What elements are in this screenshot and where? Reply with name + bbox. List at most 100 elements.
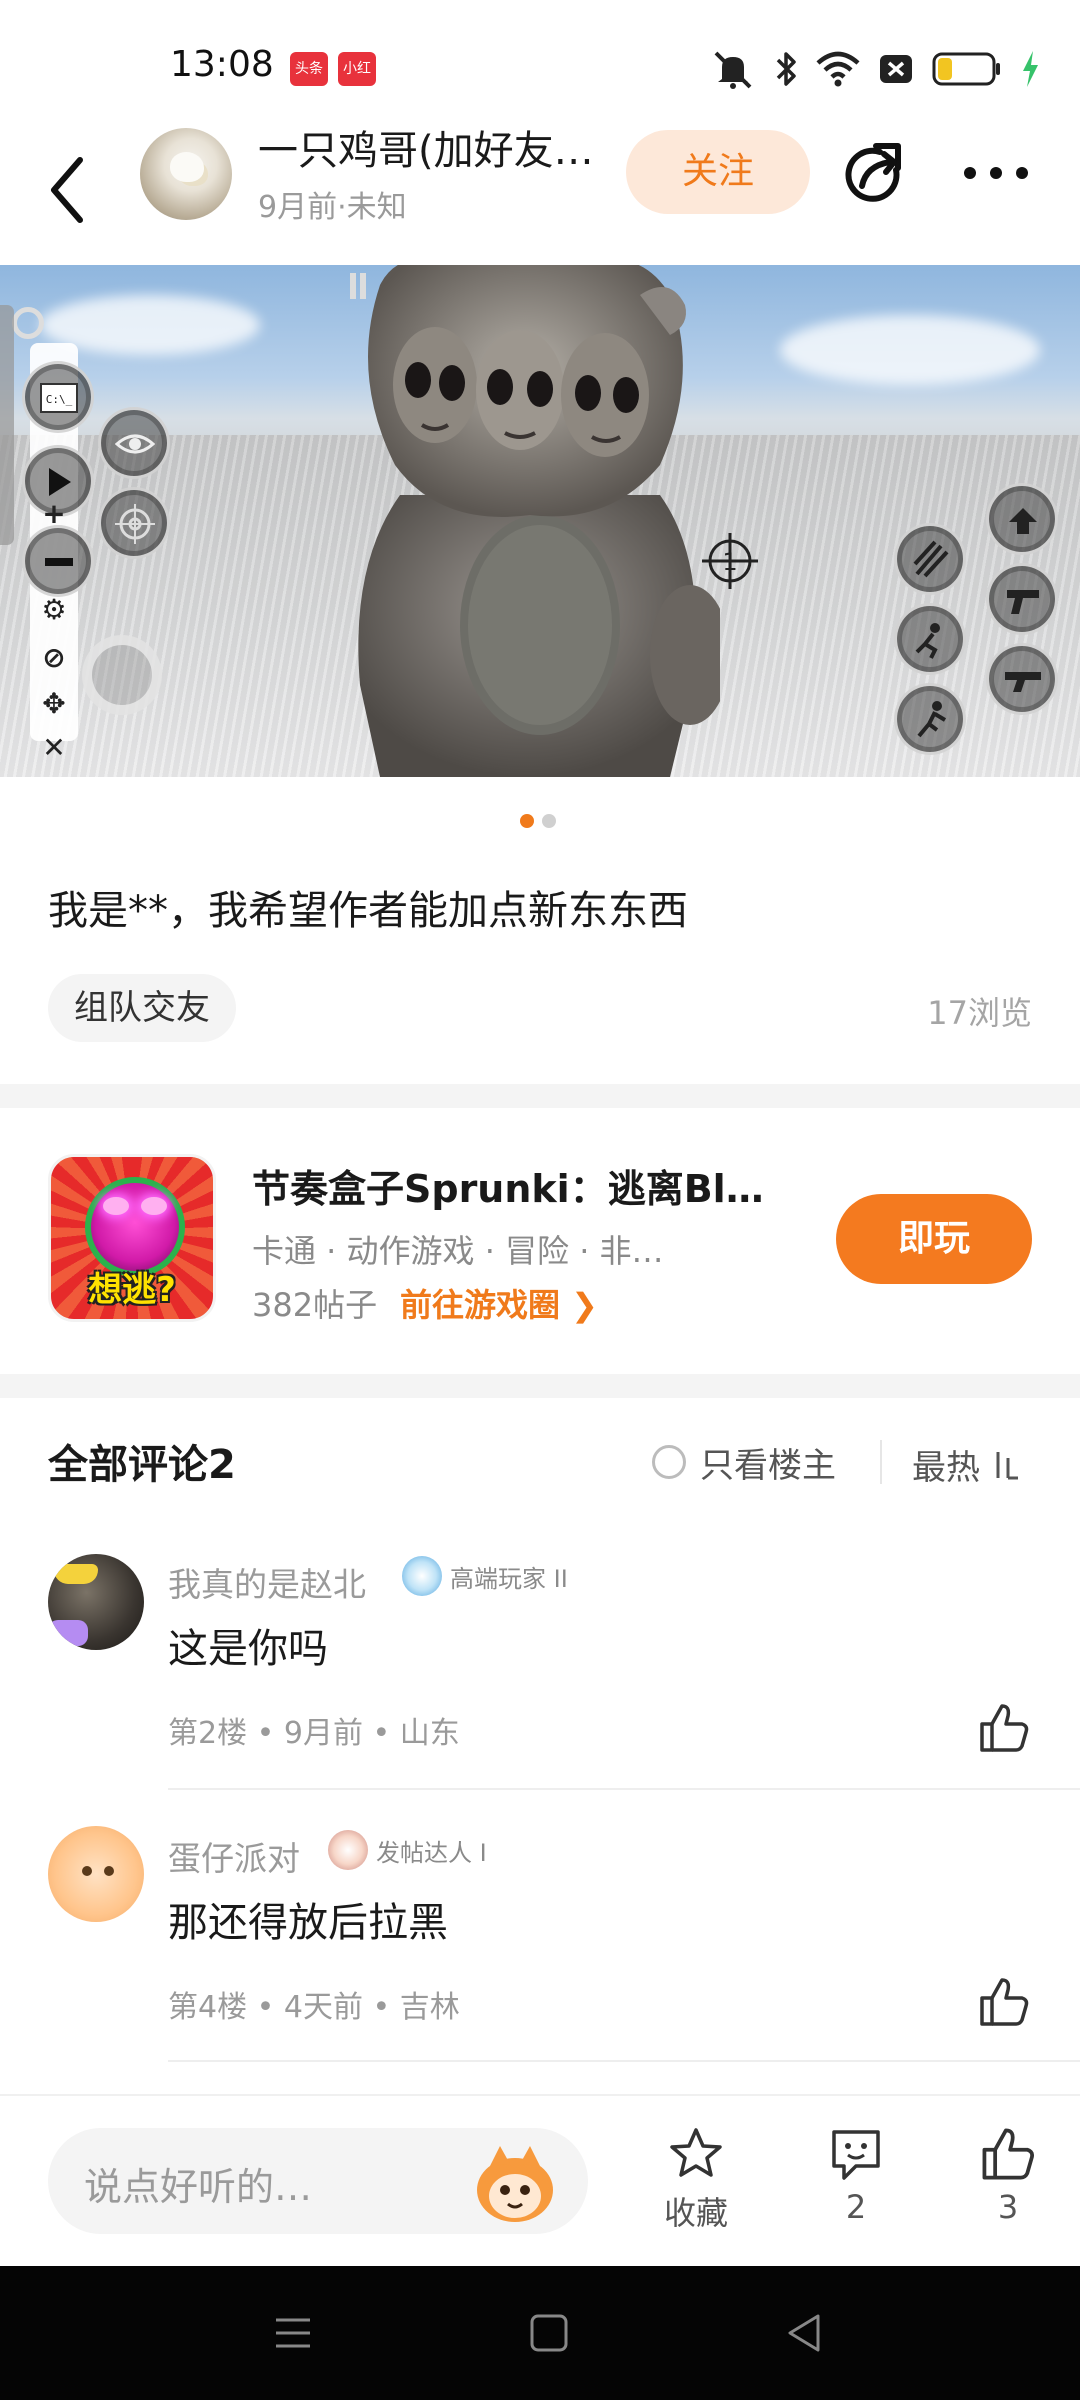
console-glyph: C:\_: [46, 393, 73, 406]
comment-text: 那还得放后拉黑: [168, 1900, 448, 1946]
home-nav-icon[interactable]: [524, 2308, 574, 2358]
eye-button[interactable]: [98, 407, 170, 479]
avatar-eye: [82, 1866, 92, 1876]
comment-meta: 第4楼 • 4天前 • 吉林: [168, 1990, 460, 2025]
badge-label: 高端玩家 II: [450, 1564, 568, 1593]
close-icon[interactable]: ✕: [30, 731, 78, 764]
carousel-dot-active[interactable]: [520, 814, 534, 828]
toutiao-badge-icon: 头条: [290, 52, 328, 86]
section-divider: [0, 1374, 1080, 1398]
game-tags: 卡通 · 动作游戏 · 冒险 · 非…: [252, 1232, 664, 1270]
game-title[interactable]: 节奏盒子Sprunki：逃离Bl…: [252, 1158, 764, 1213]
hud-side-tab[interactable]: [0, 305, 14, 545]
system-nav-bar: [0, 2266, 1080, 2400]
only-owner-label: 只看楼主: [700, 1445, 836, 1486]
xiaohongshu-badge-icon: 小红书: [338, 52, 376, 111]
favorite-button[interactable]: 收藏: [636, 2124, 756, 2234]
status-time: 13:08: [170, 44, 274, 85]
pistol-button[interactable]: [986, 563, 1058, 635]
sort-divider: [880, 1440, 882, 1484]
joystick-icon[interactable]: [82, 635, 162, 715]
comment-username[interactable]: 蛋仔派对: [168, 1832, 300, 1880]
sort-label: 最热: [912, 1448, 980, 1488]
sim-off-icon: [880, 55, 912, 83]
post-text: 我是**，我希望作者能加点新东东西: [48, 888, 688, 934]
carousel-indicator: [520, 814, 556, 828]
thumbs-up-icon[interactable]: [976, 1700, 1032, 1756]
crosshair-icon: 1: [702, 533, 758, 589]
gun-button[interactable]: [986, 643, 1058, 715]
user-level-badge: 发帖达人 I: [328, 1830, 487, 1870]
author-avatar[interactable]: [140, 128, 232, 220]
game-icon-eye: [103, 1197, 129, 1215]
like-count: 3: [997, 2188, 1019, 2226]
game-monster-image: [350, 265, 720, 777]
jump-button[interactable]: [894, 683, 966, 755]
hud-drag-handle[interactable]: [12, 307, 44, 339]
radio-icon[interactable]: [652, 1445, 686, 1479]
game-circle-link-label: 前往游戏圈: [400, 1286, 561, 1324]
game-circle-link[interactable]: 前往游戏圈 ❯: [400, 1280, 598, 1326]
back-nav-icon[interactable]: [780, 2308, 830, 2358]
menu-nav-icon[interactable]: [268, 2308, 318, 2358]
battery-icon: [932, 52, 1000, 86]
view-count: 17浏览: [927, 994, 1032, 1032]
bluetooth-icon: [776, 52, 796, 86]
badge-icon: [328, 1830, 368, 1870]
zoom-in-icon[interactable]: +: [30, 497, 78, 530]
mute-icon: [714, 51, 752, 89]
comment-button[interactable]: 2: [796, 2124, 916, 2226]
game-post-count: 382帖子: [252, 1286, 378, 1324]
follow-button[interactable]: 关注: [626, 130, 810, 214]
zoom-out-button[interactable]: [22, 525, 94, 597]
settings-gear-icon[interactable]: ⚙: [30, 593, 78, 626]
mascot-emoji-icon[interactable]: [470, 2140, 560, 2226]
author-meta: 9月前·未知: [258, 190, 407, 225]
avatar-eye: [104, 1866, 114, 1876]
crouch-button[interactable]: [894, 603, 966, 675]
back-arrow-icon[interactable]: [44, 150, 94, 230]
claw-button[interactable]: [894, 523, 966, 595]
hide-icon[interactable]: ⊘: [30, 641, 78, 674]
user-level-badge: 高端玩家 II: [402, 1556, 568, 1596]
crosshair-label: 1: [722, 548, 737, 576]
comment-avatar[interactable]: [48, 1554, 144, 1650]
move-icon[interactable]: ✥: [30, 687, 78, 720]
favorite-label: 收藏: [663, 2194, 728, 2232]
comment-separator: [168, 2060, 1080, 2062]
game-icon-eye: [141, 1197, 167, 1215]
sunglasses-emoji-icon: [54, 1564, 98, 1584]
comment-avatar[interactable]: [48, 1826, 144, 1922]
section-divider: [0, 1084, 1080, 1108]
comment-username[interactable]: 我真的是赵北: [168, 1558, 366, 1606]
game-icon[interactable]: 想逃?: [48, 1154, 216, 1322]
chevron-right-icon: ❯: [571, 1286, 598, 1324]
share-icon[interactable]: [840, 140, 912, 212]
only-owner-toggle[interactable]: 只看楼主: [652, 1440, 836, 1486]
thumbs-up-icon: [982, 2128, 1034, 2180]
like-button[interactable]: 3: [948, 2124, 1068, 2226]
avatar-decoration: [48, 1620, 88, 1646]
wifi-icon: [816, 51, 860, 87]
comment-text: 这是你吗: [168, 1626, 328, 1672]
weapon-slot-1-button[interactable]: [986, 483, 1058, 555]
comments-title: 全部评论2: [48, 1442, 236, 1488]
thumbs-up-icon[interactable]: [976, 1974, 1032, 2030]
play-now-button[interactable]: 即玩: [836, 1194, 1032, 1284]
cloud-shape: [780, 315, 1040, 385]
sort-button[interactable]: 最热: [912, 1440, 1020, 1489]
comment-count: 2: [845, 2188, 867, 2226]
target-button[interactable]: [98, 487, 170, 559]
game-icon-caption: 想逃?: [88, 1270, 176, 1310]
console-button[interactable]: C:\_: [22, 361, 94, 433]
comment-input-placeholder: 说点好听的…: [84, 2165, 313, 2209]
more-options-icon[interactable]: [960, 150, 1032, 196]
comment-separator: [168, 1788, 1080, 1790]
status-icons: [710, 46, 1040, 92]
badge-label: 发帖达人 I: [376, 1838, 487, 1867]
sort-icon: [996, 1451, 1018, 1479]
post-image-carousel[interactable]: 1 C:\_ + ⚙ ⊘ ✥ ✕: [0, 265, 1080, 777]
author-name[interactable]: 一只鸡哥(加好友…: [258, 118, 594, 176]
topic-tag[interactable]: 组队交友: [48, 974, 236, 1042]
carousel-dot[interactable]: [542, 814, 556, 828]
